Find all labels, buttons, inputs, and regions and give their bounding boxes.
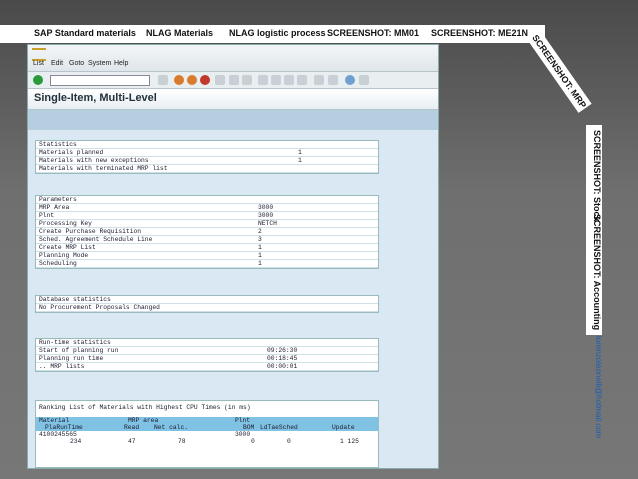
parameters-header: Parameters xyxy=(36,196,378,204)
last-page-icon[interactable] xyxy=(297,75,307,85)
menu-help[interactable]: Help xyxy=(114,60,128,67)
runtime-row: .. MRP lists 00:00:01 xyxy=(36,363,378,371)
help-icon[interactable] xyxy=(345,75,355,85)
back-icon[interactable] xyxy=(174,75,184,85)
runtime-statistics-header: Run-time statistics xyxy=(36,339,378,347)
exit-icon[interactable] xyxy=(187,75,197,85)
enter-icon[interactable] xyxy=(33,75,43,85)
first-page-icon[interactable] xyxy=(258,75,268,85)
statistics-box: Statistics Materials planned 1 Materials … xyxy=(35,140,379,174)
tab-screenshot-me21n[interactable]: SCREENSHOT: ME21N xyxy=(431,28,528,38)
ranking-list-header: Ranking List of Materials with Highest C… xyxy=(36,404,378,411)
new-session-icon[interactable] xyxy=(314,75,324,85)
parameter-row: Processing Key NETCH xyxy=(36,220,378,228)
parameter-row: MRP Area 3000 xyxy=(36,204,378,212)
parameter-row: Plnt 3000 xyxy=(36,212,378,220)
next-page-icon[interactable] xyxy=(284,75,294,85)
application-toolbar xyxy=(28,110,438,130)
statistics-row: Materials with terminated MRP list xyxy=(36,165,378,173)
toolbar xyxy=(28,72,438,89)
tab-screenshot-stock[interactable]: SCREENSHOT: Stock xyxy=(592,130,602,222)
find-icon[interactable] xyxy=(229,75,239,85)
layout-icon[interactable] xyxy=(359,75,369,85)
print-icon[interactable] xyxy=(215,75,225,85)
statistics-row: Materials planned 1 xyxy=(36,149,378,157)
menu-bar: List Edit Goto System Help xyxy=(28,45,438,72)
table-row: 4100245565 3000 xyxy=(39,431,251,438)
parameter-row: Create Purchase Requisition 2 xyxy=(36,228,378,236)
tab-nlag-logistic-process[interactable]: NLAG logistic process xyxy=(229,28,326,38)
statistics-row: Materials with new exceptions 1 xyxy=(36,157,378,165)
parameter-row: Scheduling 1 xyxy=(36,260,378,268)
save-icon[interactable] xyxy=(158,75,168,85)
parameter-row: Planning Mode 1 xyxy=(36,252,378,260)
statistics-header: Statistics xyxy=(36,141,378,149)
runtime-statistics-box: Run-time statistics Start of planning ru… xyxy=(35,338,379,372)
menu-system[interactable]: System xyxy=(88,60,111,67)
tab-sap-standard-materials[interactable]: SAP Standard materials xyxy=(34,28,136,38)
previous-page-icon[interactable] xyxy=(271,75,281,85)
tab-nlag-materials[interactable]: NLAG Materials xyxy=(146,28,213,38)
runtime-row: Planning run time 00:18:45 xyxy=(36,355,378,363)
table-row: 234 47 78 0 0 1 125 xyxy=(70,438,359,445)
ranking-list-table: Ranking List of Materials with Highest C… xyxy=(35,400,379,468)
menu-goto[interactable]: Goto xyxy=(69,60,84,67)
tab-screenshot-accounting[interactable]: SCREENSHOT: Accounting xyxy=(592,214,602,330)
table-header-row: PlaRunTime Read Net calc. BOM LdTaeSched… xyxy=(36,424,378,431)
find-next-icon[interactable] xyxy=(242,75,252,85)
database-statistics-box: Database statistics No Procurement Propo… xyxy=(35,295,379,313)
table-header-row: Material MRP area Plnt xyxy=(36,417,378,424)
sap-window: List Edit Goto System Help Single-Item, … xyxy=(27,44,439,469)
parameter-row: Sched. Agreement Schedule Line 3 xyxy=(36,236,378,244)
tab-screenshot-mm01[interactable]: SCREENSHOT: MM01 xyxy=(327,28,419,38)
database-statistics-header: Database statistics xyxy=(36,296,378,304)
menu-edit[interactable]: Edit xyxy=(51,60,63,67)
menu-list[interactable]: List xyxy=(33,60,44,67)
cancel-icon[interactable] xyxy=(200,75,210,85)
shortcut-icon[interactable] xyxy=(328,75,338,85)
title-bar: Single-Item, Multi-Level xyxy=(28,89,438,110)
database-statistics-row: No Procurement Proposals Changed xyxy=(36,304,378,312)
screen-title: Single-Item, Multi-Level xyxy=(34,92,157,104)
command-field[interactable] xyxy=(50,75,150,86)
parameters-box: Parameters MRP Area 3000 Plnt 3000 Process… xyxy=(35,195,379,269)
runtime-row: Start of planning run 09:26:30 xyxy=(36,347,378,355)
parameter-row: Create MRP List 1 xyxy=(36,244,378,252)
author-email: lorenzoleonelli@hotmail.com xyxy=(594,336,603,439)
